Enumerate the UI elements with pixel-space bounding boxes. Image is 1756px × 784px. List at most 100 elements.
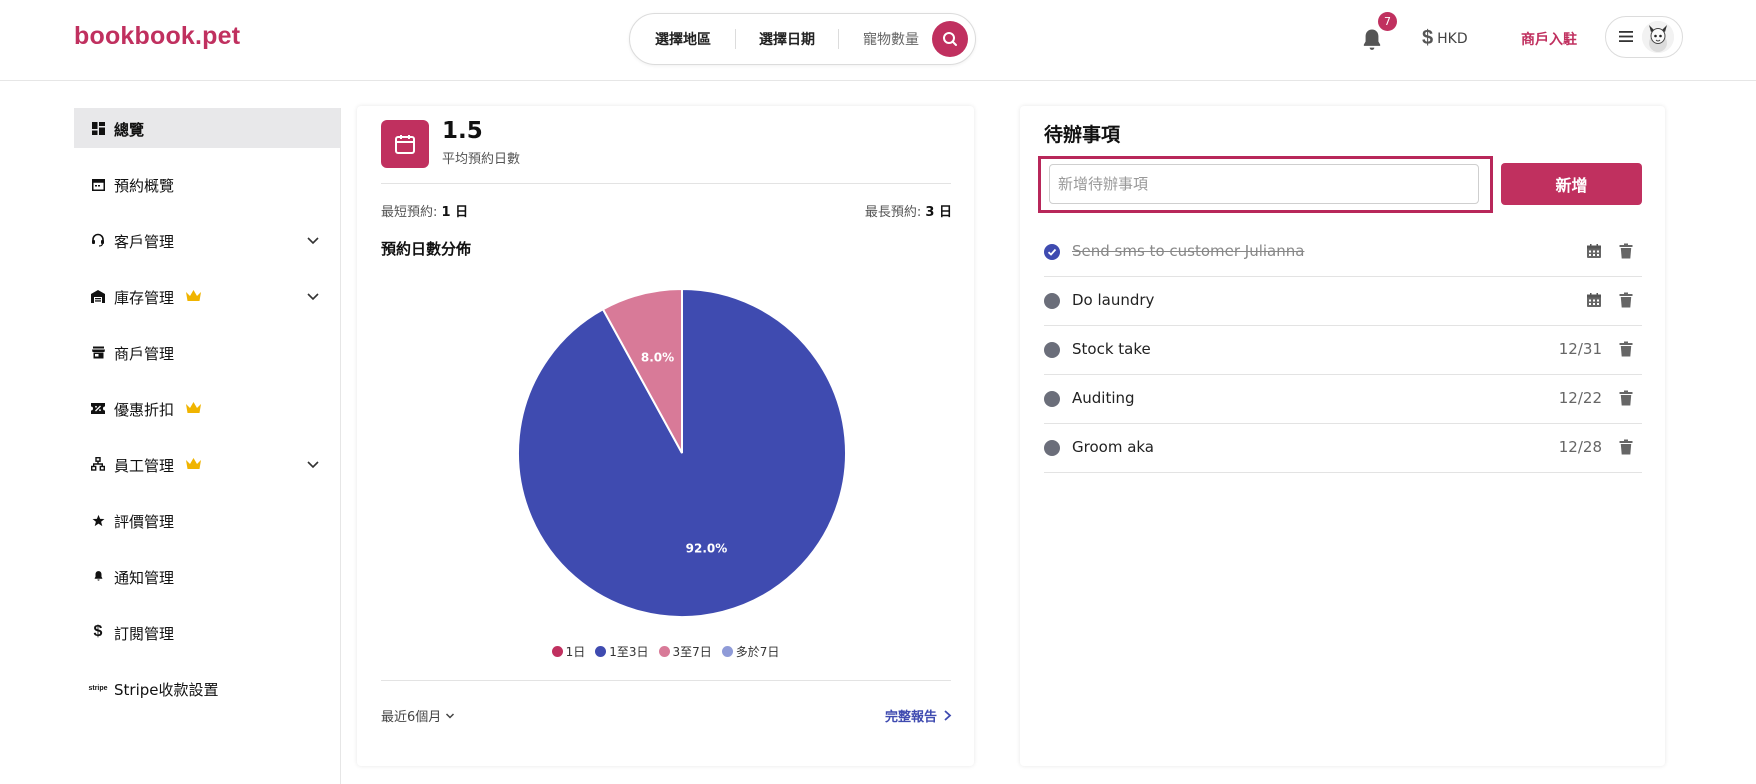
todo-input[interactable] xyxy=(1049,164,1479,204)
todo-due-date[interactable]: 12/31 xyxy=(1559,340,1602,358)
period-label: 最近6個月 xyxy=(381,710,442,725)
legend-swatch xyxy=(658,646,670,657)
legend-item[interactable]: 多於7日 xyxy=(721,643,780,660)
sidebar-item-reviews[interactable]: 評價管理 xyxy=(74,500,340,540)
legend-label: 1至3日 xyxy=(609,645,649,659)
full-report-label: 完整報告 xyxy=(884,710,937,725)
max-booking: 最長預約: 3 日 xyxy=(865,201,952,220)
sidebar-item-discounts[interactable]: 優惠折扣 xyxy=(74,388,340,428)
min-booking-label: 最短預約: xyxy=(381,205,438,220)
pet-count-selector[interactable]: 寵物數量 xyxy=(863,29,919,49)
headset-icon xyxy=(90,232,106,248)
sidebar-item-label: 訂閱管理 xyxy=(114,625,175,643)
currency-selector[interactable]: $ HKD xyxy=(1422,27,1468,50)
unchecked-circle-icon[interactable] xyxy=(1044,293,1060,309)
trash-icon[interactable] xyxy=(1618,390,1634,406)
calendar-icon[interactable] xyxy=(1586,243,1602,259)
currency-label: HKD xyxy=(1437,30,1468,47)
legend-label: 多於7日 xyxy=(735,645,780,659)
pie-data-label: 8.0% xyxy=(641,351,674,365)
warehouse-icon xyxy=(90,288,106,304)
todo-input-highlight xyxy=(1038,156,1493,213)
checked-circle-icon[interactable] xyxy=(1044,244,1060,260)
sidebar-item-overview[interactable]: 總覽 xyxy=(74,108,340,148)
divider xyxy=(381,680,951,681)
top-header: bookbook.pet 選擇地區 選擇日期 寵物數量 7 $ HKD 商戶入駐 xyxy=(0,0,1756,81)
dollar-icon: $ xyxy=(93,623,103,640)
bell-icon[interactable] xyxy=(1358,26,1386,54)
sidebar-item-subscription[interactable]: $ 訂閱管理 xyxy=(74,612,340,652)
todo-due-date[interactable]: 12/28 xyxy=(1559,438,1602,456)
dollar-icon: $ xyxy=(1422,27,1434,49)
trash-icon[interactable] xyxy=(1618,243,1634,259)
legend-item[interactable]: 1至3日 xyxy=(595,643,649,660)
chevron-down-icon[interactable] xyxy=(306,233,320,247)
todo-item-text[interactable]: Do laundry xyxy=(1072,291,1154,309)
max-booking-value: 3 日 xyxy=(925,205,952,220)
min-booking-value: 1 日 xyxy=(441,205,469,220)
calendar-icon xyxy=(395,135,415,154)
todo-item: Groom aka 12/28 xyxy=(1044,424,1642,473)
sidebar-item-label: 員工管理 xyxy=(114,457,175,475)
sidebar-item-notifications[interactable]: 通知管理 xyxy=(74,556,340,596)
region-selector[interactable]: 選擇地區 xyxy=(655,29,711,49)
chevron-down-icon[interactable] xyxy=(306,457,320,471)
todo-due-date[interactable]: 12/22 xyxy=(1559,389,1602,407)
sidebar-item-label: 客戶管理 xyxy=(114,233,175,251)
legend-item[interactable]: 3至7日 xyxy=(658,643,712,660)
todo-card: 待辦事項 新增 Send sms to customer Julianna Do … xyxy=(1020,106,1665,766)
sidebar-item-booking-overview[interactable]: 預約概覽 xyxy=(74,164,340,204)
bell-icon xyxy=(90,568,106,584)
date-selector[interactable]: 選擇日期 xyxy=(759,29,815,49)
divider xyxy=(838,29,839,49)
chart-legend: 1日 1至3日 3至7日 多於7日 xyxy=(357,643,974,660)
store-icon xyxy=(90,344,106,360)
todo-item-text[interactable]: Send sms to customer Julianna xyxy=(1072,242,1304,260)
legend-swatch xyxy=(721,646,733,657)
logo[interactable]: bookbook.pet xyxy=(74,22,240,51)
calendar-icon[interactable] xyxy=(1586,292,1602,308)
sidebar-item-label: Stripe收款設置 xyxy=(114,681,219,699)
search-bar[interactable]: 選擇地區 選擇日期 寵物數量 xyxy=(629,13,976,65)
average-days-label: 平均預約日數 xyxy=(442,152,521,167)
trash-icon[interactable] xyxy=(1618,439,1634,455)
chevron-down-icon[interactable] xyxy=(306,289,320,303)
sidebar-item-label: 評價管理 xyxy=(114,513,175,531)
unchecked-circle-icon[interactable] xyxy=(1044,342,1060,358)
sidebar-item-label: 商戶管理 xyxy=(114,345,175,363)
sidebar-item-stripe[interactable]: stripe Stripe收款設置 xyxy=(74,668,340,708)
average-days-value: 1.5 xyxy=(442,118,483,144)
sidebar-item-label: 優惠折扣 xyxy=(114,401,175,419)
unchecked-circle-icon[interactable] xyxy=(1044,391,1060,407)
legend-swatch xyxy=(595,646,607,657)
crown-icon xyxy=(186,458,201,469)
sidebar-item-label: 總覽 xyxy=(114,121,145,139)
sidebar-item-label: 通知管理 xyxy=(114,569,175,587)
legend-swatch xyxy=(551,646,563,657)
sidebar-item-staff[interactable]: 員工管理 xyxy=(74,444,340,484)
user-menu-button[interactable] xyxy=(1605,16,1683,58)
trash-icon[interactable] xyxy=(1618,292,1634,308)
trash-icon[interactable] xyxy=(1618,341,1634,357)
sidebar: 總覽 預約概覽 客戶管理 庫存管理 商戶管理 優惠折扣 員工管理 評價管理 通知… xyxy=(74,108,341,784)
full-report-link[interactable]: 完整報告 xyxy=(885,706,952,725)
add-todo-button[interactable]: 新增 xyxy=(1501,163,1642,205)
sidebar-item-customers[interactable]: 客戶管理 xyxy=(74,220,340,260)
calendar-icon xyxy=(90,176,106,192)
merchant-join-link[interactable]: 商戶入駐 xyxy=(1521,29,1577,49)
legend-item[interactable]: 1日 xyxy=(551,643,585,660)
todo-item: Auditing 12/22 xyxy=(1044,375,1642,424)
search-button[interactable] xyxy=(932,21,968,57)
dashboard-icon xyxy=(90,120,106,136)
period-selector[interactable]: 最近6個月 xyxy=(381,706,455,725)
pie-data-label: 92.0% xyxy=(686,541,728,555)
unchecked-circle-icon[interactable] xyxy=(1044,440,1060,456)
todo-item-text[interactable]: Auditing xyxy=(1072,389,1135,407)
distribution-title: 預約日數分佈 xyxy=(381,240,472,258)
sidebar-item-merchant[interactable]: 商戶管理 xyxy=(74,332,340,372)
sidebar-item-inventory[interactable]: 庫存管理 xyxy=(74,276,340,316)
todo-item-text[interactable]: Groom aka xyxy=(1072,438,1154,456)
sidebar-item-label: 預約概覽 xyxy=(114,177,175,195)
todo-item-text[interactable]: Stock take xyxy=(1072,340,1151,358)
max-booking-label: 最長預約: xyxy=(864,205,922,220)
